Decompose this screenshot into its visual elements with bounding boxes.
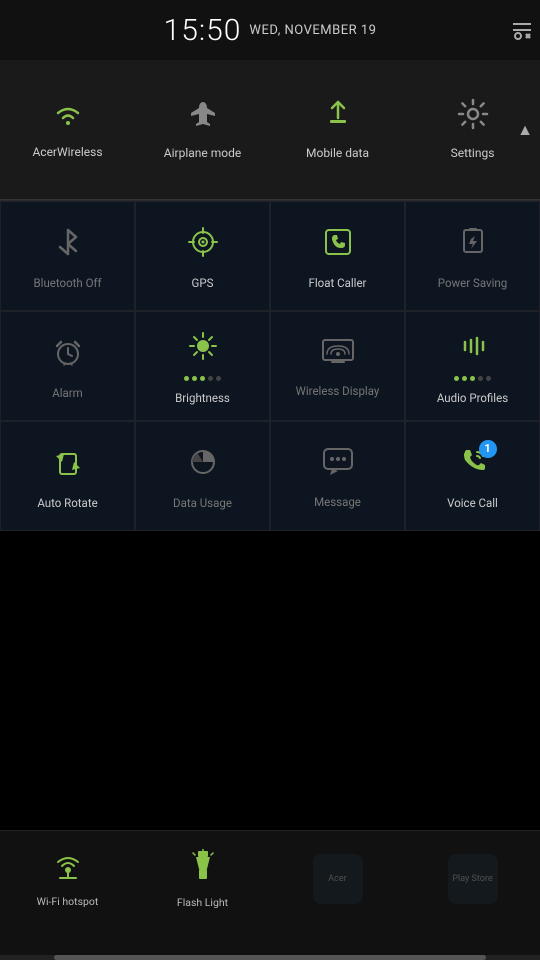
app-acer[interactable]: Acer [270, 836, 405, 921]
clock: 15:50 [164, 13, 242, 48]
tile-powersaving[interactable]: Power Saving [405, 201, 540, 311]
tile-gps[interactable]: GPS [135, 201, 270, 311]
tile-datausage[interactable]: Data Usage [135, 421, 270, 531]
settings-icon [457, 98, 489, 138]
playstore-label: Play Store [452, 874, 492, 884]
alarm-label: Alarm [52, 386, 83, 401]
acer-label: Acer [328, 874, 346, 884]
wireless-display-icon [321, 338, 355, 374]
brightness-icon [187, 330, 219, 370]
tile-flashlight[interactable]: Flash Light [135, 836, 270, 921]
mobiledata-icon [322, 98, 354, 138]
autorotate-icon [52, 446, 84, 486]
flashlight-label: Flash Light [177, 896, 228, 909]
date: WED, NOVEMBER 19 [249, 23, 376, 38]
collapse-chevron[interactable]: ▲ [510, 60, 540, 199]
tile-voicecall[interactable]: 1 Voice Call [405, 421, 540, 531]
tile-floatcaller[interactable]: Float Caller [270, 201, 405, 311]
audioprofiles-label: Audio Profiles [437, 391, 508, 406]
bluetooth-label: Bluetooth Off [33, 276, 101, 291]
flashlight-icon [189, 849, 217, 890]
tile-mobiledata[interactable]: Mobile data [270, 60, 405, 199]
airplane-label: Airplane mode [164, 146, 241, 162]
airplane-icon [187, 98, 219, 138]
tile-autorotate[interactable]: Auto Rotate [0, 421, 135, 531]
brightness-label: Brightness [175, 391, 230, 406]
voicecall-icon: 1 [457, 446, 489, 486]
audioprofiles-icon [457, 330, 489, 370]
scrollbar [0, 955, 540, 960]
quick-tiles-top: AcerWireless Airplane mode Mobile data [0, 60, 540, 200]
bottom-quick-tiles: Wi-Fi hotspot Flash Light Acer Play Stor… [0, 831, 540, 921]
tile-wireless-display[interactable]: Wireless Display [270, 311, 405, 421]
brightness-dots [184, 376, 221, 381]
status-bar: 15:50 WED, NOVEMBER 19 [0, 0, 540, 60]
floatcaller-label: Float Caller [309, 276, 367, 291]
mobiledata-label: Mobile data [306, 146, 369, 162]
settings-label: Settings [451, 146, 495, 162]
app-playstore[interactable]: Play Store [405, 836, 540, 921]
wireless-display-label: Wireless Display [296, 384, 380, 399]
hotspot-label: Wi-Fi hotspot [37, 895, 99, 908]
tile-bluetooth[interactable]: Bluetooth Off [0, 201, 135, 311]
voicecall-badge: 1 [479, 440, 497, 458]
tile-message[interactable]: Message [270, 421, 405, 531]
audio-dots [454, 376, 491, 381]
powersaving-icon [459, 226, 487, 266]
gps-icon [187, 226, 219, 266]
quick-settings-grid: Bluetooth Off GPS Float Caller [0, 200, 540, 531]
scrollbar-thumb [54, 955, 486, 960]
tile-airplane[interactable]: Airplane mode [135, 60, 270, 199]
tile-wifi[interactable]: AcerWireless [0, 60, 135, 199]
tile-audioprofiles[interactable]: Audio Profiles [405, 311, 540, 421]
message-icon [322, 447, 354, 485]
gps-label: GPS [192, 276, 214, 291]
tile-alarm[interactable]: Alarm [0, 311, 135, 421]
tile-brightness[interactable]: Brightness [135, 311, 270, 421]
bluetooth-icon [54, 226, 82, 266]
bottom-area: Wi-Fi hotspot Flash Light Acer Play Stor… [0, 830, 540, 960]
datausage-icon [187, 446, 219, 486]
tile-wifi-hotspot[interactable]: Wi-Fi hotspot [0, 836, 135, 921]
message-label: Message [314, 495, 361, 510]
datausage-label: Data Usage [173, 496, 232, 511]
wifi-label: AcerWireless [32, 145, 102, 161]
wifi-icon [50, 99, 86, 137]
autorotate-label: Auto Rotate [37, 496, 97, 511]
alarm-icon [52, 336, 84, 376]
floatcaller-icon [322, 226, 354, 266]
tools-icon[interactable] [504, 0, 540, 60]
voicecall-label: Voice Call [447, 496, 498, 511]
powersaving-label: Power Saving [438, 276, 507, 291]
hotspot-icon [52, 850, 84, 889]
